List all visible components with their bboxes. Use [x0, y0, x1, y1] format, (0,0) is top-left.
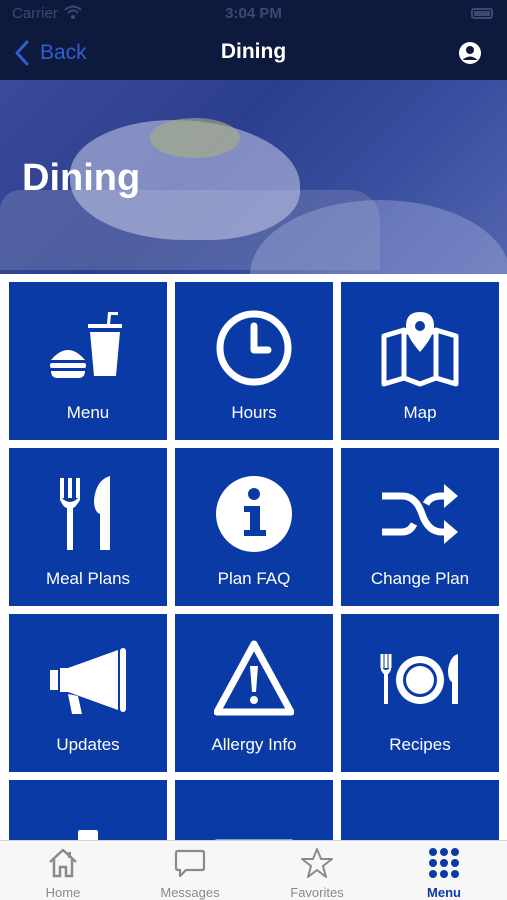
tile-label: Plan FAQ [217, 569, 291, 588]
status-bar: Carrier 3:04 PM [0, 0, 507, 28]
tab-home[interactable]: Home [0, 841, 126, 900]
tile-meal-plans[interactable]: Meal Plans [9, 448, 167, 606]
tile-updates[interactable]: Updates [9, 614, 167, 772]
dining-menu-grid: Menu Hours Map Meal Plans Plan FAQ Chang… [0, 274, 507, 840]
grid-icon [429, 848, 459, 878]
tile-clipboard[interactable] [9, 780, 167, 840]
list-icon [380, 806, 460, 840]
tile-map[interactable]: Map [341, 282, 499, 440]
hero-title: Dining [22, 157, 141, 199]
star-icon [301, 848, 333, 878]
profile-icon[interactable] [458, 41, 482, 65]
warning-icon [214, 640, 294, 716]
tab-label: Home [45, 885, 81, 900]
tile-mail[interactable] [175, 780, 333, 840]
plate-icon [380, 654, 458, 704]
nav-title: Dining [220, 40, 287, 63]
fastfood-icon [50, 312, 122, 378]
tab-favorites[interactable]: Favorites [254, 841, 380, 900]
tab-menu[interactable]: Menu [381, 841, 507, 900]
home-icon [49, 848, 77, 878]
tab-messages[interactable]: Messages [127, 841, 253, 900]
tile-plan-faq[interactable]: Plan FAQ [175, 448, 333, 606]
battery-icon [471, 8, 493, 19]
tile-label: Updates [56, 735, 120, 754]
shuffle-icon [382, 484, 458, 544]
tab-label: Menu [427, 885, 461, 900]
tab-label: Messages [160, 885, 220, 900]
tab-label: Favorites [290, 885, 344, 900]
tile-change-plan[interactable]: Change Plan [341, 448, 499, 606]
clipboard-icon [78, 830, 98, 840]
tile-list[interactable] [341, 780, 499, 840]
envelope-icon [215, 839, 293, 840]
hero-photo-yolk [150, 118, 240, 158]
top-bar: Carrier 3:04 PM Back Dining [0, 0, 507, 80]
hero-banner: Dining [0, 80, 507, 274]
tile-menu[interactable]: Menu [9, 282, 167, 440]
tile-label: Change Plan [370, 569, 470, 588]
tile-label: Recipes [389, 735, 451, 754]
tile-label: Hours [231, 403, 277, 422]
tile-label: Map [403, 403, 437, 422]
map-icon [381, 312, 459, 387]
tile-label: Meal Plans [45, 569, 131, 588]
utensils-icon [60, 476, 110, 550]
info-icon [216, 476, 292, 552]
tile-label: Menu [66, 403, 110, 422]
tile-recipes[interactable]: Recipes [341, 614, 499, 772]
tile-hours[interactable]: Hours [175, 282, 333, 440]
message-icon [174, 849, 206, 878]
tile-label: Allergy Info [211, 735, 297, 754]
tile-allergy-info[interactable]: Allergy Info [175, 614, 333, 772]
navigation-bar: Back Dining [0, 28, 507, 78]
clock-icon [216, 310, 292, 386]
tab-bar: Home Messages Favorites Menu [0, 840, 507, 900]
status-time: 3:04 PM [225, 5, 282, 22]
megaphone-icon [50, 648, 126, 714]
